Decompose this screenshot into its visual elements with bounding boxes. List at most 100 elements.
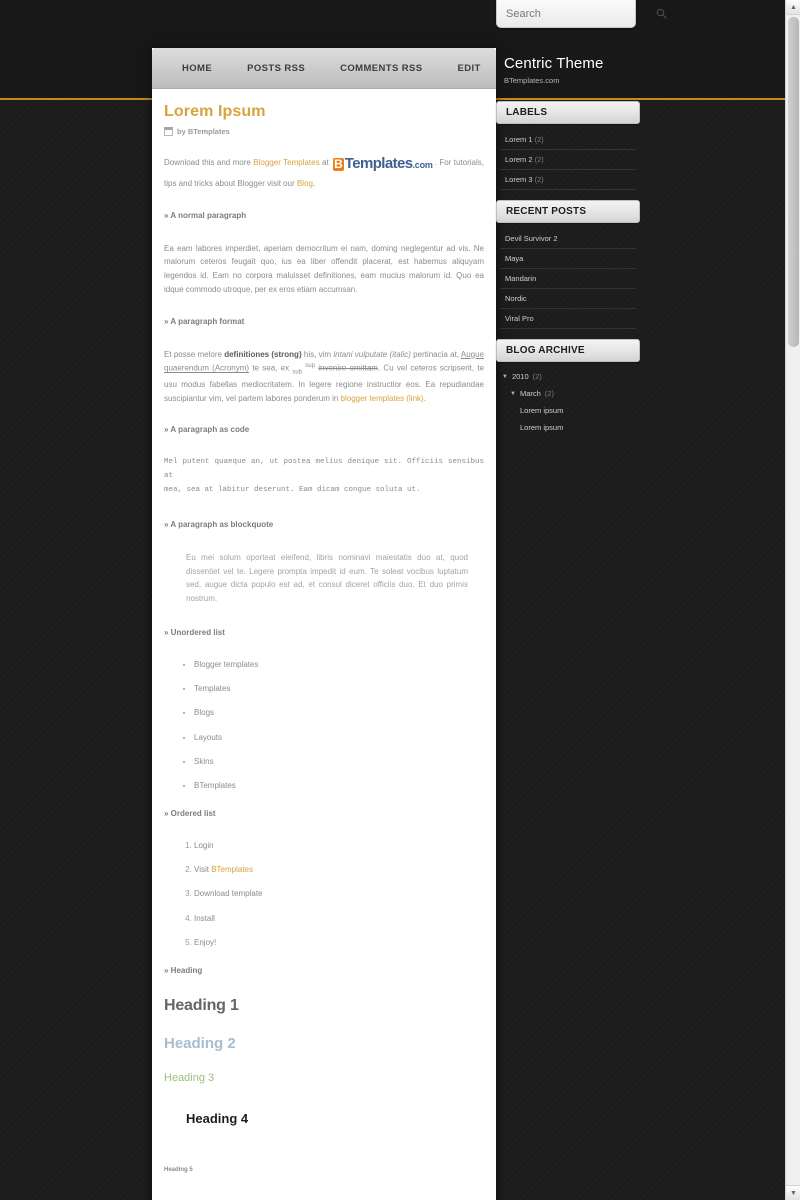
nav-item-comments-rss[interactable]: COMMENTS RSS — [340, 63, 441, 74]
sidebar-item-recent-post[interactable]: Nordic — [500, 289, 636, 309]
widget-body-labels: Lorem 1 (2) Lorem 2 (2) Lorem 3 (2) — [496, 124, 640, 192]
widget-recent-posts: RECENT POSTS Devil Survivor 2 Maya Manda… — [496, 200, 640, 331]
archive-post-title: Lorem ipsum — [520, 406, 564, 415]
fmt-p1: Et posse melore — [164, 349, 225, 359]
demo-heading-2: Heading 2 — [164, 1035, 236, 1053]
normal-paragraph: Ea eam labores imperdiet, aperiam democr… — [164, 243, 484, 294]
demo-heading-1: Heading 1 — [164, 997, 239, 1015]
scroll-down-arrow-icon[interactable]: ▼ — [786, 1185, 800, 1200]
archive-post-row[interactable]: Lorem ipsum — [500, 402, 636, 419]
demo-heading-3: Heading 3 — [164, 1072, 215, 1085]
demo-heading-5: Heading 5 — [164, 1167, 193, 1174]
scrollbar-thumb[interactable] — [788, 17, 799, 347]
nav-item-posts-rss[interactable]: POSTS RSS — [247, 63, 324, 74]
section-label-unordered: » Unordered list — [164, 627, 225, 637]
blog-title: Centric Theme — [504, 55, 604, 72]
format-paragraph: Et posse melore definitiones (strong) hi… — [164, 348, 484, 406]
btemplates-logo-b: B — [333, 157, 344, 171]
search-submit-button[interactable] — [656, 4, 667, 24]
nav-item-edit[interactable]: EDIT — [457, 63, 499, 74]
blog-post: Lorem Ipsum by BTemplates Download this … — [152, 89, 496, 1200]
intro-end: . — [312, 178, 316, 188]
archive-post-row[interactable]: Lorem ipsum — [500, 419, 636, 436]
calendar-icon — [164, 127, 173, 136]
section-label-ordered: » Ordered list — [164, 809, 216, 819]
sidebar-item-label[interactable]: Lorem 3 (2) — [500, 170, 636, 190]
main-content-column: HOME POSTS RSS COMMENTS RSS EDIT Lorem I… — [152, 48, 496, 1200]
btemplates-logo-com: .com — [412, 160, 433, 170]
fmt-p4: te sea, ex — [249, 363, 293, 373]
sidebar-item-recent-post[interactable]: Mandarin — [500, 269, 636, 289]
search-box[interactable] — [496, 0, 667, 28]
blockquote-paragraph: Eu mei solum oporteat eleifend, libris n… — [186, 552, 468, 604]
unordered-list: Blogger templates Templates Blogs Layout… — [164, 659, 484, 791]
archive-month: March — [519, 389, 541, 398]
archive-post-title: Lorem ipsum — [520, 423, 564, 432]
scroll-up-arrow-icon[interactable]: ▲ — [786, 0, 800, 15]
list-item: Visit BTemplates — [194, 864, 484, 875]
search-input[interactable] — [506, 3, 648, 24]
widget-body-recent-posts: Devil Survivor 2 Maya Mandarin Nordic Vi… — [496, 223, 640, 331]
page-root: HOME POSTS RSS COMMENTS RSS EDIT Lorem I… — [0, 0, 800, 1200]
blog-link[interactable]: Blog — [297, 179, 313, 188]
list-item: Enjoy! — [194, 937, 484, 948]
fmt-subscript: sub — [292, 369, 303, 376]
intro-paragraph: Download this and more Blogger Templates… — [164, 151, 484, 191]
label-name: Lorem 3 — [505, 175, 533, 184]
list-item: BTemplates — [194, 780, 484, 791]
fmt-superscript: sup — [305, 363, 315, 370]
list-item: Layouts — [194, 732, 484, 743]
archive-year-row[interactable]: ▼ 2010 (2) — [500, 368, 636, 385]
widget-labels: LABELS Lorem 1 (2) Lorem 2 (2) Lorem 3 (… — [496, 101, 640, 192]
list-item: Skins — [194, 756, 484, 767]
list-item: Download template — [194, 888, 484, 899]
fmt-italic: intani vulputate (italic) — [333, 349, 411, 359]
btemplates-logo-word: Templates — [344, 155, 413, 172]
list-item: Blogs — [194, 707, 484, 718]
fmt-p2: his, vim — [301, 349, 334, 359]
section-label-code: » A paragraph as code — [164, 425, 250, 435]
fmt-strikethrough: invenire omittam — [318, 363, 378, 373]
widget-blog-archive: BLOG ARCHIVE ▼ 2010 (2) ▼ March (2) Lore… — [496, 339, 640, 438]
sidebar-item-label[interactable]: Lorem 2 (2) — [500, 150, 636, 170]
archive-month-row[interactable]: ▼ March (2) — [500, 385, 636, 402]
section-label-heading: » Heading — [164, 966, 203, 976]
archive-month-count: (2) — [544, 389, 554, 398]
blog-description: BTemplates.com — [504, 76, 560, 85]
label-count: (2) — [534, 175, 544, 184]
code-paragraph: Mel putent quaeque an, ut postea melius … — [164, 458, 484, 495]
chevron-down-icon[interactable]: ▼ — [510, 391, 516, 397]
sidebar: Centric Theme BTemplates.com LABELS Lore… — [496, 28, 640, 446]
list-item: Blogger templates — [194, 659, 484, 670]
btemplates-logo: B Templates .com — [333, 151, 433, 177]
post-author: by BTemplates — [177, 127, 230, 136]
section-label-blockquote: » A paragraph as blockquote — [164, 519, 274, 529]
sidebar-item-recent-post[interactable]: Devil Survivor 2 — [500, 229, 636, 249]
archive-year: 2010 — [511, 372, 529, 381]
demo-heading-4: Heading 4 — [186, 1111, 249, 1127]
widget-body-blog-archive: ▼ 2010 (2) ▼ March (2) Lorem ipsum Lorem… — [496, 362, 640, 438]
vertical-scrollbar[interactable]: ▲ ▼ — [785, 0, 800, 1200]
archive-year-count: (2) — [532, 372, 542, 381]
sidebar-item-label[interactable]: Lorem 1 (2) — [500, 130, 636, 150]
list-item: Templates — [194, 683, 484, 694]
blogger-templates-inline-link[interactable]: blogger templates (link) — [341, 394, 424, 403]
sidebar-item-recent-post[interactable]: Maya — [500, 249, 636, 269]
btemplates-ordered-link[interactable]: BTemplates — [211, 865, 253, 874]
label-name: Lorem 1 — [505, 135, 533, 144]
section-label-normal: » A normal paragraph — [164, 210, 247, 220]
sidebar-item-recent-post[interactable]: Viral Pro — [500, 309, 636, 329]
blogger-templates-link[interactable]: Blogger Templates — [253, 158, 319, 167]
widget-heading-labels: LABELS — [496, 101, 640, 124]
label-count: (2) — [534, 155, 544, 164]
fmt-strong: definitiones (strong) — [224, 349, 302, 359]
search-icon — [656, 8, 667, 19]
top-navigation-bar: HOME POSTS RSS COMMENTS RSS EDIT — [152, 48, 496, 89]
intro-mid: at — [319, 158, 332, 167]
chevron-down-icon[interactable]: ▼ — [502, 374, 508, 380]
label-count: (2) — [534, 135, 544, 144]
nav-item-home[interactable]: HOME — [182, 63, 231, 74]
fmt-p3: pertinacia at, — [410, 349, 461, 359]
page-title: Lorem Ipsum — [164, 103, 266, 120]
intro-pre: Download this and more — [164, 158, 254, 167]
